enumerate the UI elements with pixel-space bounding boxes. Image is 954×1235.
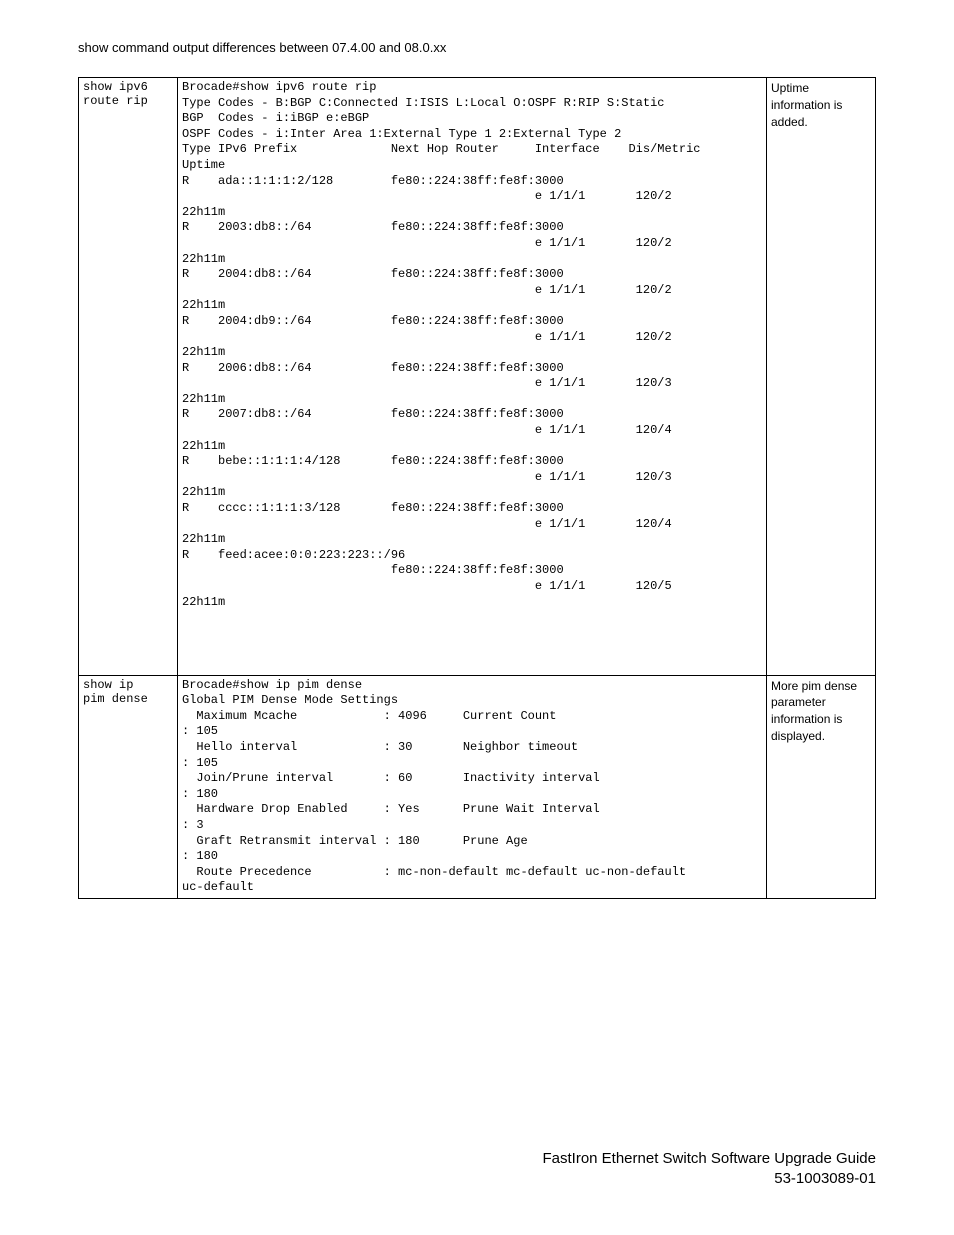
- page-header: show command output differences between …: [78, 40, 876, 55]
- footer-line-1: FastIron Ethernet Switch Software Upgrad…: [78, 1149, 876, 1169]
- output-cell: Brocade#show ip pim dense Global PIM Den…: [178, 675, 767, 898]
- page-footer: FastIron Ethernet Switch Software Upgrad…: [78, 1149, 876, 1190]
- command-cell: show ip pim dense: [79, 675, 178, 898]
- diff-table: show ipv6 route rip Brocade#show ipv6 ro…: [78, 77, 876, 899]
- output-cell: Brocade#show ipv6 route rip Type Codes -…: [178, 78, 767, 676]
- table-row: show ipv6 route rip Brocade#show ipv6 ro…: [79, 78, 876, 676]
- footer-line-2: 53-1003089-01: [78, 1169, 876, 1189]
- command-cell: show ipv6 route rip: [79, 78, 178, 676]
- note-cell: Uptime information is added.: [767, 78, 876, 676]
- page-title: show command output differences between …: [78, 40, 446, 55]
- note-cell: More pim dense parameter information is …: [767, 675, 876, 898]
- table-row: show ip pim dense Brocade#show ip pim de…: [79, 675, 876, 898]
